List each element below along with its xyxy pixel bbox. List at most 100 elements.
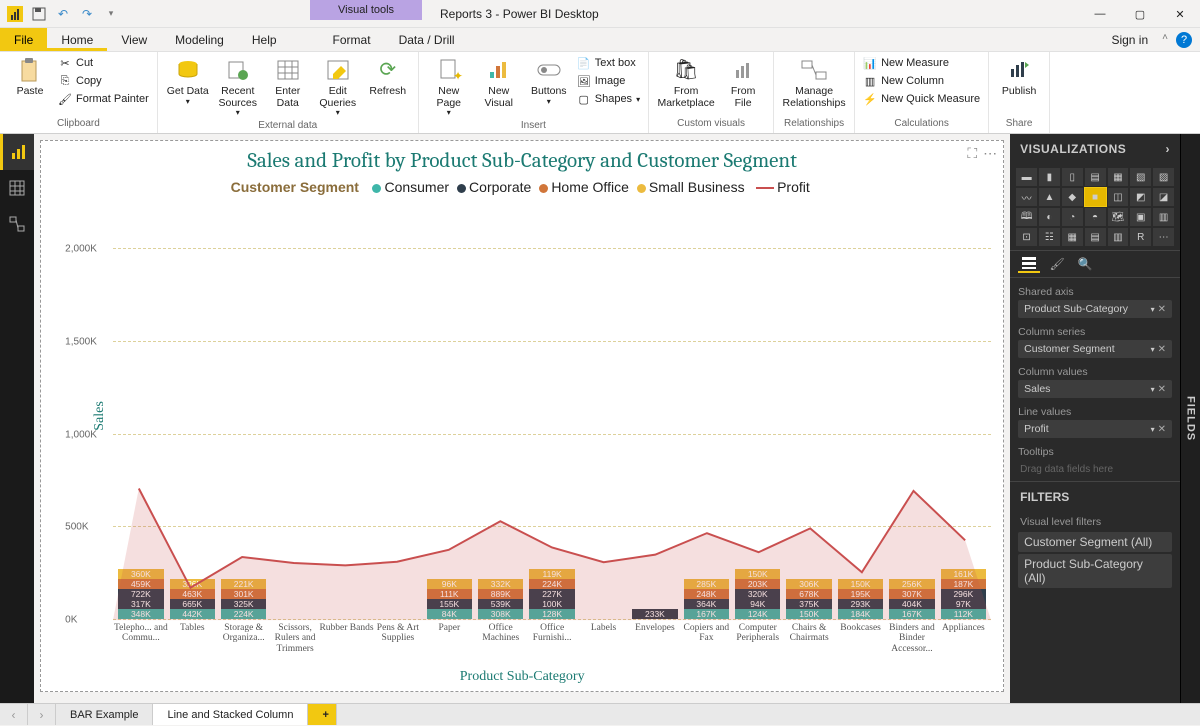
model-view-button[interactable] <box>0 206 34 242</box>
page-tab-line-stacked[interactable]: Line and Stacked Column <box>153 704 308 725</box>
viz-type-icon[interactable]: ▧ <box>1130 168 1151 186</box>
ribbon-collapse-icon[interactable]: ˄ <box>1158 28 1172 51</box>
visualizations-header[interactable]: VISUALIZATIONS› <box>1010 134 1180 164</box>
viz-type-icon[interactable]: ⊡ <box>1016 228 1037 246</box>
recent-sources-button[interactable]: Recent Sources▾ <box>214 54 262 120</box>
viz-type-icon[interactable]: ☷ <box>1039 228 1060 246</box>
new-measure-button[interactable]: 📊New Measure <box>861 54 982 72</box>
viz-type-icon[interactable]: ▨ <box>1153 168 1174 186</box>
analytics-tab[interactable]: 🔍 <box>1074 255 1096 273</box>
refresh-button[interactable]: ⟳Refresh <box>364 54 412 100</box>
more-options-icon[interactable]: ⋯ <box>983 145 997 162</box>
bar-column[interactable]: 233KEnvelopes <box>632 609 677 619</box>
page-tab-bar-example[interactable]: BAR Example <box>56 704 153 725</box>
paste-button[interactable]: Paste <box>6 54 54 100</box>
bar-column[interactable]: 224K325K301K221KStorage & Organiza... <box>221 579 266 619</box>
minimize-button[interactable]: — <box>1080 0 1120 28</box>
filter-product-subcategory[interactable]: Product Sub-Category (All) <box>1018 554 1172 588</box>
bar-column[interactable]: 112K97K296K187K161KAppliances <box>941 569 986 619</box>
viz-type-icon[interactable]: ■ <box>1085 188 1106 206</box>
viz-type-icon[interactable]: 〰 <box>1016 188 1037 206</box>
help-icon[interactable]: ? <box>1176 32 1192 48</box>
get-data-button[interactable]: Get Data▾ <box>164 54 212 108</box>
bar-column[interactable]: 128K100K227K224K119KOffice Furnishi... <box>529 569 574 619</box>
viz-type-icon[interactable]: ◫ <box>1108 188 1129 206</box>
remove-icon[interactable]: ✕ <box>1158 304 1166 315</box>
image-button[interactable]: 🖼Image <box>575 72 642 90</box>
viz-type-icon[interactable]: ▬ <box>1016 168 1037 186</box>
well-shared-axis[interactable]: Product Sub-Category▾ ✕ <box>1018 300 1172 318</box>
textbox-button[interactable]: 📄Text box <box>575 54 642 72</box>
viz-type-icon[interactable]: ▦ <box>1108 168 1129 186</box>
viz-type-icon[interactable]: 🕮 <box>1016 208 1037 226</box>
redo-icon[interactable]: ↷ <box>76 3 98 25</box>
well-column-values[interactable]: Sales▾ ✕ <box>1018 380 1172 398</box>
undo-icon[interactable]: ↶ <box>52 3 74 25</box>
viz-type-icon[interactable]: 🗺 <box>1108 208 1129 226</box>
bar-column[interactable]: 308K539K889K332KOffice Machines <box>478 579 523 619</box>
tab-modeling[interactable]: Modeling <box>161 28 238 51</box>
viz-type-icon[interactable]: ◆ <box>1062 188 1083 206</box>
filter-customer-segment[interactable]: Customer Segment (All) <box>1018 532 1172 552</box>
bar-column[interactable]: 167K364K248K285KCopiers and Fax <box>684 579 729 619</box>
maximize-button[interactable]: ▢ <box>1120 0 1160 28</box>
sign-in-link[interactable]: Sign in <box>1101 28 1158 51</box>
chart-visual[interactable]: ⛶ ⋯ Sales and Profit by Product Sub-Cate… <box>40 140 1004 692</box>
from-marketplace-button[interactable]: 🛍From Marketplace <box>655 54 717 111</box>
fields-well-tab[interactable] <box>1018 255 1040 273</box>
viz-type-icon[interactable]: ▣ <box>1130 208 1151 226</box>
tab-file[interactable]: File <box>0 28 47 51</box>
format-tab[interactable]: 🖌 <box>1046 255 1068 273</box>
enter-data-button[interactable]: Enter Data <box>264 54 312 111</box>
viz-type-icon[interactable]: ◐ <box>1039 208 1060 226</box>
viz-type-icon[interactable]: ▤ <box>1085 228 1106 246</box>
bar-column[interactable]: 348K317K722K459K360KTelepho... and Commu… <box>118 569 163 619</box>
edit-queries-button[interactable]: Edit Queries▾ <box>314 54 362 120</box>
close-button[interactable]: ✕ <box>1160 0 1200 28</box>
viz-type-icon[interactable]: ▯ <box>1062 168 1083 186</box>
viz-type-icon[interactable]: ◪ <box>1153 188 1174 206</box>
viz-type-icon[interactable]: ▲ <box>1039 188 1060 206</box>
viz-type-icon[interactable]: ▥ <box>1108 228 1129 246</box>
bar-column[interactable]: 84K155K111K96KPaper <box>427 579 472 619</box>
tab-format[interactable]: Format <box>319 28 385 51</box>
cut-button[interactable]: ✂Cut <box>56 54 151 72</box>
new-visual-button[interactable]: New Visual <box>475 54 523 111</box>
viz-type-icon[interactable]: ◩ <box>1130 188 1151 206</box>
manage-relationships-button[interactable]: Manage Relationships <box>780 54 848 111</box>
buttons-button[interactable]: Buttons▾ <box>525 54 573 108</box>
viz-type-icon[interactable]: ◔ <box>1062 208 1083 226</box>
well-column-series[interactable]: Customer Segment▾ ✕ <box>1018 340 1172 358</box>
report-view-button[interactable] <box>0 134 34 170</box>
add-page-button[interactable]: + <box>308 704 337 725</box>
new-page-button[interactable]: ✦New Page▾ <box>425 54 473 120</box>
viz-type-icon[interactable]: R <box>1130 228 1151 246</box>
bar-column[interactable]: 442K665K463K326KTables <box>170 579 215 619</box>
bar-column[interactable]: 167K404K307K256KBinders and Binder Acces… <box>889 579 934 619</box>
new-column-button[interactable]: ▥New Column <box>861 72 982 90</box>
remove-icon[interactable]: ✕ <box>1158 344 1166 355</box>
tab-data-drill[interactable]: Data / Drill <box>385 28 469 51</box>
tab-help[interactable]: Help <box>238 28 291 51</box>
viz-type-icon[interactable]: ▮ <box>1039 168 1060 186</box>
viz-type-icon[interactable]: ◓ <box>1085 208 1106 226</box>
format-painter-button[interactable]: 🖌Format Painter <box>56 90 151 108</box>
tab-home[interactable]: Home <box>47 28 107 51</box>
new-quick-measure-button[interactable]: ⚡New Quick Measure <box>861 90 982 108</box>
shapes-button[interactable]: ▢Shapes▾ <box>575 90 642 108</box>
remove-icon[interactable]: ✕ <box>1158 384 1166 395</box>
viz-type-icon[interactable]: ▤ <box>1085 168 1106 186</box>
page-prev-button[interactable]: ‹ <box>0 704 28 725</box>
data-view-button[interactable] <box>0 170 34 206</box>
save-icon[interactable] <box>28 3 50 25</box>
qat-dropdown-icon[interactable]: ▾ <box>100 3 122 25</box>
well-tooltips-placeholder[interactable]: Drag data fields here <box>1018 460 1172 479</box>
viz-type-icon[interactable]: ⋯ <box>1153 228 1174 246</box>
bar-column[interactable]: 150K375K678K306KChairs & Chairmats <box>786 579 831 619</box>
remove-icon[interactable]: ✕ <box>1158 424 1166 435</box>
publish-button[interactable]: Publish <box>995 54 1043 100</box>
bar-column[interactable]: 124K94K320K203K150KComputer Peripherals <box>735 569 780 619</box>
copy-button[interactable]: ⎘Copy <box>56 72 151 90</box>
page-next-button[interactable]: › <box>28 704 56 725</box>
viz-type-icon[interactable]: ▥ <box>1153 208 1174 226</box>
